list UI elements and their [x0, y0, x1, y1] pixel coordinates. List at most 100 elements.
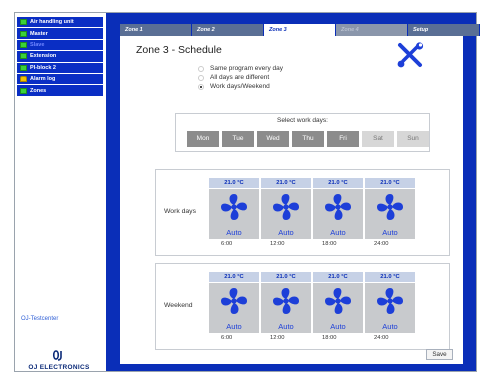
- schedule-slot: 21.0 °C Auto: [209, 272, 259, 333]
- sidebar-item-label: Zones: [30, 87, 47, 94]
- time-label: 12:00: [270, 335, 285, 341]
- fan-icon: [221, 194, 247, 220]
- fan-icon: [273, 288, 299, 314]
- day-button-tue[interactable]: Tue: [222, 131, 254, 147]
- sidebar-item-label: Slave: [30, 41, 45, 48]
- work-days-selector: Select work days: Mon Tue Wed Thu Fri Sa…: [175, 113, 430, 152]
- fan-mode-label: Auto: [278, 228, 294, 237]
- app-frame: Air handling unit Master Slave Extension…: [14, 12, 480, 372]
- fan-mode-cell[interactable]: Auto: [313, 189, 363, 239]
- fan-mode-label: Auto: [278, 322, 294, 331]
- radio-label: Same program every day: [210, 65, 283, 72]
- fan-mode-label: Auto: [382, 228, 398, 237]
- day-button-wed[interactable]: Wed: [257, 131, 289, 147]
- radio-button[interactable]: [198, 83, 204, 90]
- fan-icon: [377, 194, 403, 220]
- wrench-screwdriver-icon: [397, 42, 424, 68]
- temperature-setpoint[interactable]: 21.0 °C: [209, 272, 259, 282]
- sidebar-item-label: Air handling unit: [30, 19, 74, 26]
- schedule-slot: 21.0 °C Auto: [209, 178, 259, 239]
- day-buttons: Mon Tue Wed Thu Fri Sat Sun: [187, 131, 432, 147]
- time-label: 24:00: [374, 241, 389, 247]
- folder-icon: [20, 64, 27, 71]
- fan-mode-label: Auto: [226, 228, 242, 237]
- temperature-setpoint[interactable]: 21.0 °C: [261, 178, 311, 188]
- radio-work-days-weekend[interactable]: Work days/Weekend: [198, 82, 283, 91]
- schedule-slot: 21.0 °C Auto: [313, 272, 363, 333]
- schedule-slot: 21.0 °C Auto: [365, 272, 415, 333]
- logo-text: OJ ELECTRONICS: [28, 364, 90, 371]
- fan-icon: [273, 194, 299, 220]
- schedule-slot: 21.0 °C Auto: [313, 178, 363, 239]
- fan-mode-cell[interactable]: Auto: [365, 189, 415, 239]
- radio-all-days-different[interactable]: All days are different: [198, 73, 283, 82]
- radio-button[interactable]: [198, 74, 204, 81]
- temperature-setpoint[interactable]: 21.0 °C: [261, 272, 311, 282]
- schedule-content: Zone 3 - Schedule Same program every day…: [120, 36, 463, 364]
- folder-icon: [20, 19, 27, 26]
- oj-logo-icon: [52, 350, 62, 361]
- sidebar: Air handling unit Master Slave Extension…: [15, 13, 105, 371]
- folder-icon: [20, 53, 27, 60]
- fan-mode-cell[interactable]: Auto: [261, 189, 311, 239]
- fan-icon: [325, 288, 351, 314]
- sidebar-item-alarm-log[interactable]: Alarm log: [17, 73, 103, 85]
- day-button-sun[interactable]: Sun: [397, 131, 429, 147]
- fan-mode-cell[interactable]: Auto: [209, 189, 259, 239]
- save-button[interactable]: Save: [426, 349, 453, 360]
- tab-zone-3[interactable]: Zone 3: [264, 24, 336, 36]
- sidebar-item-zones[interactable]: Zones: [17, 85, 103, 96]
- fan-mode-cell[interactable]: Auto: [261, 283, 311, 333]
- tab-setup[interactable]: Setup: [408, 24, 480, 36]
- zone-tabs: Zone 1 Zone 2 Zone 3 Zone 4 Setup: [120, 24, 480, 36]
- time-label: 6:00: [221, 241, 233, 247]
- fan-icon: [325, 194, 351, 220]
- sidebar-item-label: PI-block 2: [30, 64, 56, 71]
- time-label: 18:00: [322, 335, 337, 341]
- work-days-schedule: Work days 21.0 °C Auto 21.0 °C Auto 21.0…: [155, 169, 450, 256]
- schedule-label: Work days: [164, 208, 196, 215]
- sidebar-item-label: Alarm log: [30, 76, 56, 83]
- sidebar-item-extension[interactable]: Extension: [17, 51, 103, 62]
- sidebar-nav: Air handling unit Master Slave Extension…: [17, 17, 103, 97]
- sidebar-item-slave[interactable]: Slave: [17, 39, 103, 51]
- bell-icon: [20, 76, 27, 83]
- tab-zone-1[interactable]: Zone 1: [120, 24, 192, 36]
- work-days-label: Select work days:: [277, 117, 328, 124]
- fan-mode-label: Auto: [382, 322, 398, 331]
- fan-mode-cell[interactable]: Auto: [365, 283, 415, 333]
- day-button-fri[interactable]: Fri: [327, 131, 359, 147]
- day-button-thu[interactable]: Thu: [292, 131, 324, 147]
- temperature-setpoint[interactable]: 21.0 °C: [209, 178, 259, 188]
- time-label: 6:00: [221, 335, 233, 341]
- time-label: 12:00: [270, 241, 285, 247]
- fan-mode-label: Auto: [330, 228, 346, 237]
- sidebar-item-master[interactable]: Master: [17, 28, 103, 39]
- radio-label: All days are different: [210, 74, 270, 81]
- fan-mode-label: Auto: [330, 322, 346, 331]
- folder-icon: [20, 41, 27, 48]
- sidebar-item-pi-block-2[interactable]: PI-block 2: [17, 62, 103, 73]
- radio-label: Work days/Weekend: [210, 83, 270, 90]
- day-button-sat[interactable]: Sat: [362, 131, 394, 147]
- fan-mode-cell[interactable]: Auto: [313, 283, 363, 333]
- temperature-setpoint[interactable]: 21.0 °C: [365, 272, 415, 282]
- fan-icon: [377, 288, 403, 314]
- schedule-label: Weekend: [164, 302, 193, 309]
- schedule-slot: 21.0 °C Auto: [261, 178, 311, 239]
- tab-zone-2[interactable]: Zone 2: [192, 24, 264, 36]
- schedule-slot: 21.0 °C Auto: [365, 178, 415, 239]
- sidebar-item-air-handling-unit[interactable]: Air handling unit: [17, 17, 103, 28]
- weekend-schedule: Weekend 21.0 °C Auto 21.0 °C Auto 21.0 °…: [155, 263, 450, 350]
- temperature-setpoint[interactable]: 21.0 °C: [313, 272, 363, 282]
- day-button-mon[interactable]: Mon: [187, 131, 219, 147]
- tab-zone-4[interactable]: Zone 4: [336, 24, 408, 36]
- time-label: 18:00: [322, 241, 337, 247]
- temperature-setpoint[interactable]: 21.0 °C: [365, 178, 415, 188]
- user-link[interactable]: OJ-Testcenter: [21, 316, 58, 322]
- folder-icon: [20, 30, 27, 37]
- radio-same-program[interactable]: Same program every day: [198, 64, 283, 73]
- temperature-setpoint[interactable]: 21.0 °C: [313, 178, 363, 188]
- radio-button[interactable]: [198, 65, 204, 72]
- fan-mode-cell[interactable]: Auto: [209, 283, 259, 333]
